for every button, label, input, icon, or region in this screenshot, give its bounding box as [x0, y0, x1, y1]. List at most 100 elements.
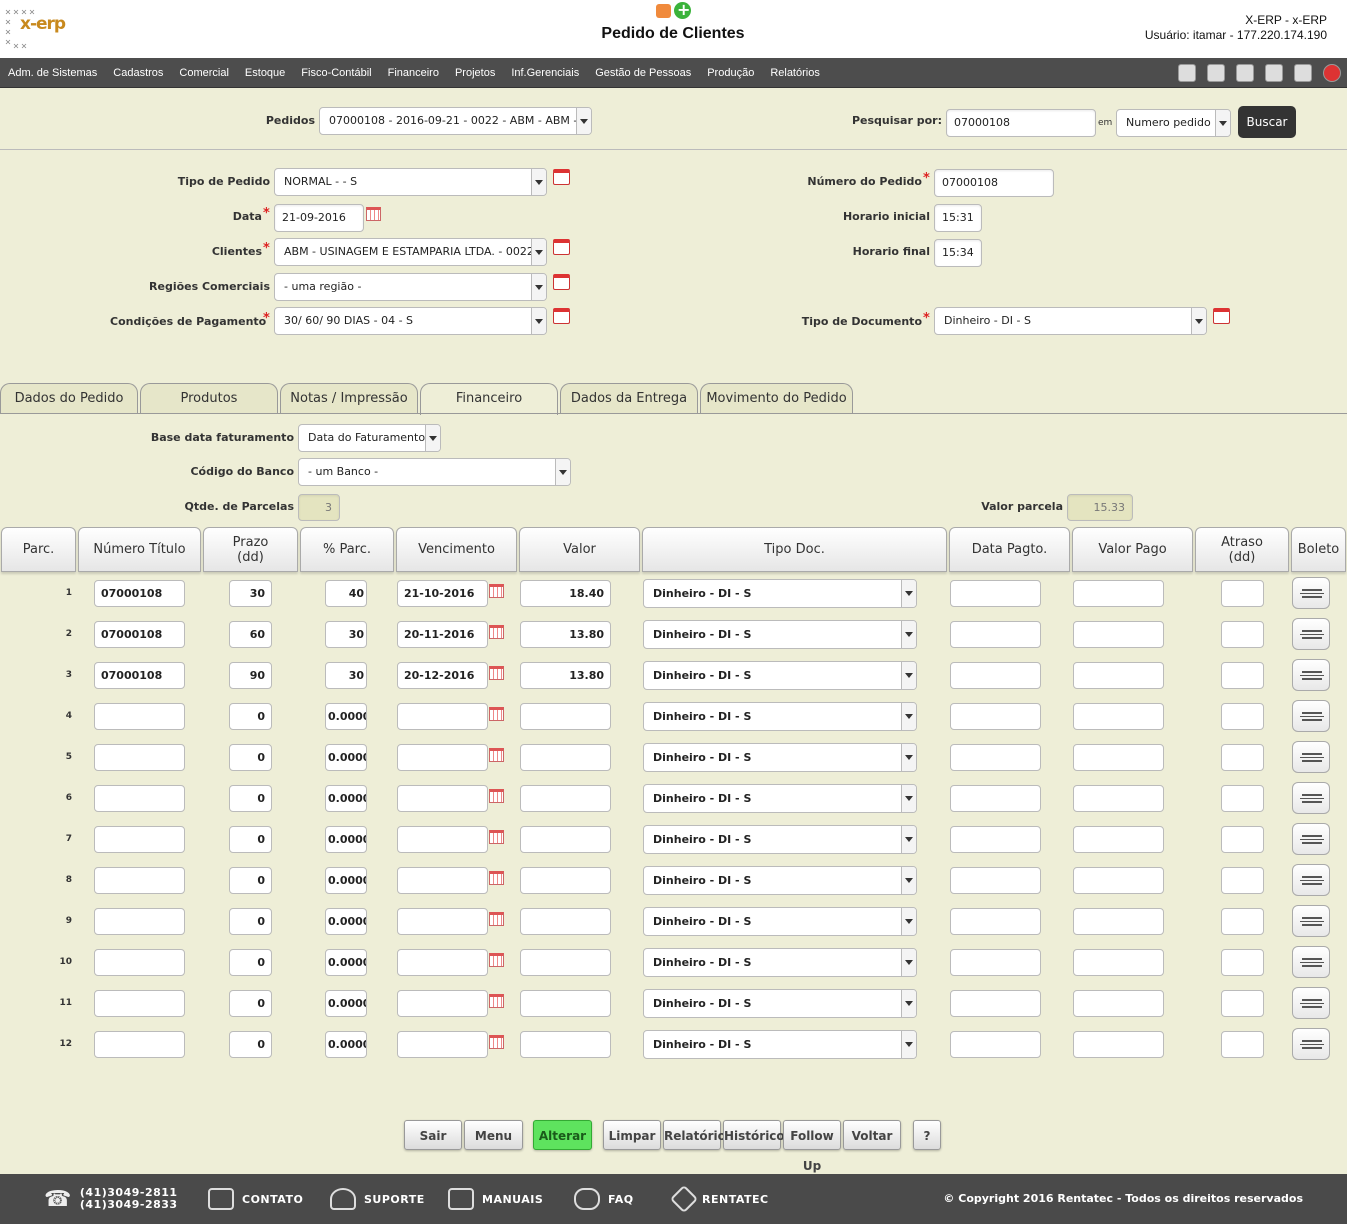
boleto-printer-icon[interactable]: [1292, 946, 1330, 978]
prazo-input[interactable]: 0: [229, 990, 272, 1017]
percentual-input[interactable]: 30: [325, 621, 367, 648]
chevron-down-icon[interactable]: [901, 703, 916, 730]
valor-pago-input[interactable]: [1073, 662, 1164, 689]
valor-input[interactable]: 13.80: [520, 662, 611, 689]
calendar-icon[interactable]: [489, 584, 504, 598]
add-tipo-pedido-icon[interactable]: [553, 169, 570, 185]
percentual-input[interactable]: 0.0000: [325, 1031, 367, 1058]
footer-suporte[interactable]: SUPORTE: [330, 1174, 425, 1224]
chevron-down-icon[interactable]: [901, 826, 916, 853]
atraso-input[interactable]: [1221, 826, 1264, 853]
valor-pago-input[interactable]: [1073, 744, 1164, 771]
boleto-printer-icon[interactable]: [1292, 1028, 1330, 1060]
chevron-down-icon[interactable]: [1215, 110, 1230, 136]
chevron-down-icon[interactable]: [555, 459, 570, 485]
numero-titulo-input[interactable]: [94, 826, 185, 853]
add-cliente-icon[interactable]: [553, 239, 570, 255]
boleto-printer-icon[interactable]: [1292, 577, 1330, 609]
valor-pago-input[interactable]: [1073, 621, 1164, 648]
data-pagto-input[interactable]: [950, 1031, 1041, 1058]
footer-faq[interactable]: FAQ: [574, 1174, 634, 1224]
chevron-down-icon[interactable]: [901, 744, 916, 771]
valor-input[interactable]: [520, 949, 611, 976]
data-pagto-input[interactable]: [950, 908, 1041, 935]
valor-input[interactable]: [520, 990, 611, 1017]
valor-pago-input[interactable]: [1073, 785, 1164, 812]
report-icon[interactable]: [656, 4, 671, 18]
boleto-printer-icon[interactable]: [1292, 905, 1330, 937]
numero-titulo-input[interactable]: [94, 703, 185, 730]
tipo-doc-select[interactable]: Dinheiro - DI - S: [643, 784, 917, 813]
numero-titulo-input[interactable]: [94, 744, 185, 771]
add-regiao-icon[interactable]: [553, 274, 570, 290]
atraso-input[interactable]: [1221, 1031, 1264, 1058]
calendar-icon[interactable]: [366, 207, 381, 221]
boleto-printer-icon[interactable]: [1292, 782, 1330, 814]
tipo-doc-select[interactable]: Dinheiro - DI - S: [643, 989, 917, 1018]
percentual-input[interactable]: 0.0000: [325, 949, 367, 976]
tipo-doc-select[interactable]: Dinheiro - DI - S: [643, 866, 917, 895]
tipo-doc-select[interactable]: Dinheiro - DI - S: [643, 1030, 917, 1059]
buscar-button[interactable]: Buscar: [1238, 106, 1296, 138]
percentual-input[interactable]: 0.0000: [325, 990, 367, 1017]
chevron-down-icon[interactable]: [901, 785, 916, 812]
boleto-printer-icon[interactable]: [1292, 700, 1330, 732]
data-pagto-input[interactable]: [950, 785, 1041, 812]
numero-titulo-input[interactable]: [94, 785, 185, 812]
historico-button[interactable]: Histórico: [723, 1120, 785, 1150]
atraso-input[interactable]: [1221, 949, 1264, 976]
chevron-down-icon[interactable]: [531, 308, 546, 334]
menu-financeiro[interactable]: Financeiro: [380, 67, 447, 79]
document-edit-icon[interactable]: [1236, 64, 1254, 82]
valor-pago-input[interactable]: [1073, 580, 1164, 607]
calendar-icon[interactable]: [489, 748, 504, 762]
chevron-down-icon[interactable]: [901, 662, 916, 689]
valor-pago-input[interactable]: [1073, 908, 1164, 935]
prazo-input[interactable]: 0: [229, 1031, 272, 1058]
tab-movimento-pedido[interactable]: Movimento do Pedido: [700, 383, 853, 414]
calendar-icon[interactable]: [489, 1035, 504, 1049]
data-pagto-input[interactable]: [950, 867, 1041, 894]
vencimento-input[interactable]: [397, 867, 488, 894]
calendar-icon[interactable]: [489, 789, 504, 803]
prazo-input[interactable]: 0: [229, 744, 272, 771]
calendar-icon[interactable]: [489, 994, 504, 1008]
percentual-input[interactable]: 0.0000: [325, 703, 367, 730]
calendar-icon[interactable]: [489, 912, 504, 926]
data-pagto-input[interactable]: [950, 744, 1041, 771]
prazo-input[interactable]: 0: [229, 949, 272, 976]
numero-pedido-input[interactable]: 07000108: [934, 169, 1054, 197]
chevron-down-icon[interactable]: [531, 169, 546, 195]
vencimento-input[interactable]: [397, 990, 488, 1017]
valor-pago-input[interactable]: [1073, 703, 1164, 730]
add-condicao-icon[interactable]: [553, 308, 570, 324]
base-data-select[interactable]: Data do Faturamento: [298, 424, 441, 452]
calendar-icon[interactable]: [489, 871, 504, 885]
tipo-doc-select[interactable]: Dinheiro - DI - S: [643, 661, 917, 690]
chevron-down-icon[interactable]: [901, 990, 916, 1017]
data-pagto-input[interactable]: [950, 580, 1041, 607]
tab-produtos[interactable]: Produtos: [140, 383, 278, 414]
sair-button[interactable]: Sair: [404, 1120, 462, 1150]
menu-adm-sistemas[interactable]: Adm. de Sistemas: [0, 67, 105, 79]
pesquisar-campo-select[interactable]: Numero pedido: [1116, 109, 1231, 137]
printer-icon[interactable]: [1207, 64, 1225, 82]
numero-titulo-input[interactable]: [94, 908, 185, 935]
atraso-input[interactable]: [1221, 621, 1264, 648]
menu-estoque[interactable]: Estoque: [237, 67, 293, 79]
vencimento-input[interactable]: [397, 703, 488, 730]
boleto-printer-icon[interactable]: [1292, 987, 1330, 1019]
numero-titulo-input[interactable]: [94, 867, 185, 894]
prazo-input[interactable]: 0: [229, 826, 272, 853]
pesquisar-input[interactable]: 07000108: [946, 109, 1096, 137]
valor-input[interactable]: [520, 826, 611, 853]
tipo-doc-select[interactable]: Dinheiro - DI - S: [643, 743, 917, 772]
chevron-down-icon[interactable]: [531, 274, 546, 300]
menu-relatorios[interactable]: Relatórios: [762, 67, 828, 79]
chevron-down-icon[interactable]: [425, 425, 440, 451]
footer-manuais[interactable]: MANUAIS: [448, 1174, 543, 1224]
prazo-input[interactable]: 90: [229, 662, 272, 689]
vencimento-input[interactable]: [397, 744, 488, 771]
atraso-input[interactable]: [1221, 744, 1264, 771]
tipo-doc-select[interactable]: Dinheiro - DI - S: [643, 702, 917, 731]
